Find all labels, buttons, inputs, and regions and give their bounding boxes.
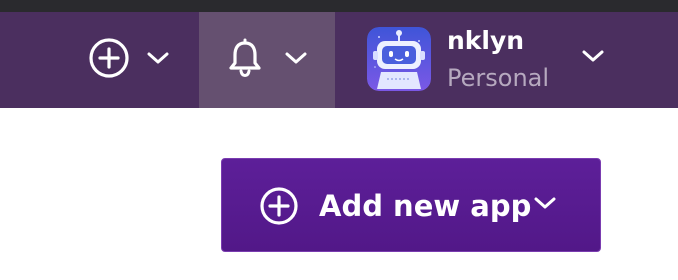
- robot-avatar-icon: [367, 27, 431, 91]
- chevron-down-icon: [581, 48, 605, 68]
- account-menu-button[interactable]: nklyn Personal: [365, 12, 625, 108]
- plus-circle-icon: [88, 37, 130, 83]
- create-menu-button[interactable]: [60, 12, 198, 108]
- add-new-app-button[interactable]: Add new app: [221, 158, 601, 252]
- plus-circle-icon: [259, 186, 299, 230]
- bell-icon: [226, 38, 264, 82]
- chevron-down-icon: [533, 195, 557, 215]
- chevron-down-icon: [284, 50, 308, 70]
- add-new-app-label: Add new app: [319, 189, 532, 223]
- top-navbar: nklyn Personal: [0, 12, 678, 108]
- account-name: nklyn: [447, 26, 525, 55]
- account-type: Personal: [447, 64, 550, 92]
- notifications-menu-button[interactable]: [199, 12, 335, 108]
- chevron-down-icon: [146, 50, 170, 70]
